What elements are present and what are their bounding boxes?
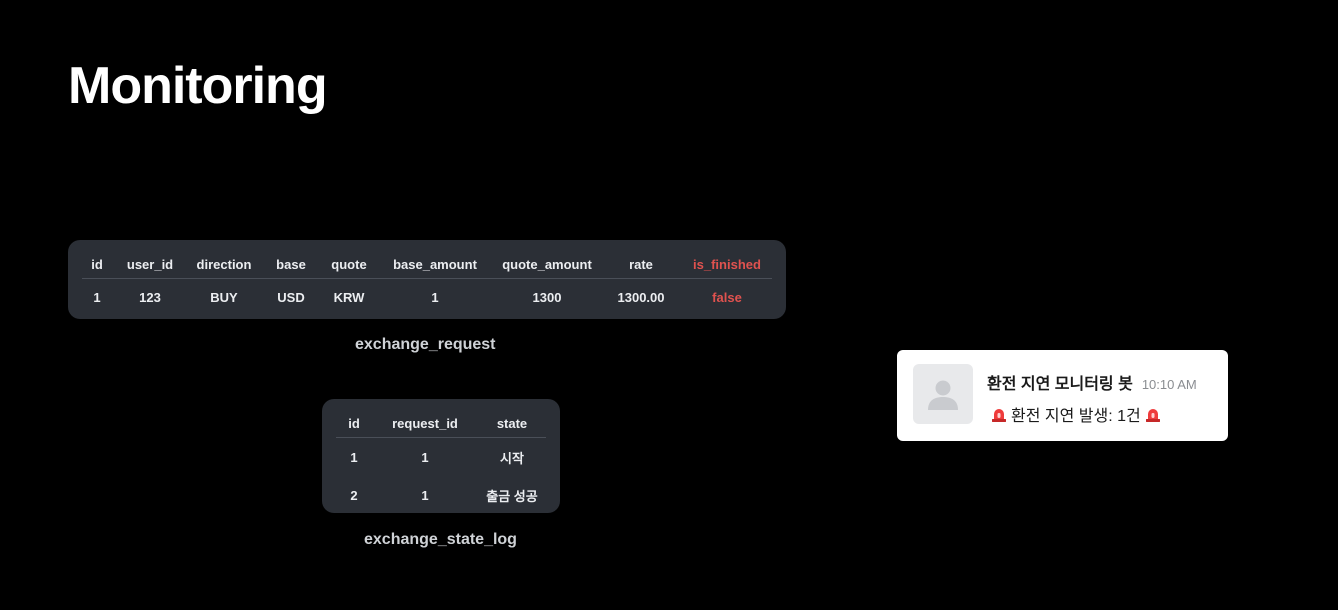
exchange-request-caption: exchange_request <box>355 336 496 353</box>
exchange-request-table: id user_id direction base quote base_amo… <box>68 240 786 319</box>
user-placeholder-icon <box>928 380 958 410</box>
exchange-state-log-grid: id request_id state 1 1 시작 2 1 출금 성공 <box>336 409 546 514</box>
column-header: id <box>82 250 112 279</box>
table-row: 1 1 시작 <box>336 438 546 477</box>
column-header-is-finished: is_finished <box>682 250 772 279</box>
table-cell: BUY <box>210 290 238 305</box>
notification-body: 환전 지연 모니터링 봇 10:10 AM 환전 지연 발생: 1건 <box>987 370 1197 426</box>
column-header: user_id <box>112 250 188 279</box>
siren-icon <box>992 409 1006 422</box>
column-header: base <box>260 250 322 279</box>
column-header: base_amount <box>376 250 494 279</box>
slide-title: Monitoring <box>68 57 328 115</box>
bot-name: 환전 지연 모니터링 봇 <box>987 376 1133 393</box>
column-header: rate <box>600 250 682 279</box>
table-row: 1 123 BUY USD KRW 1 1300 1300.00 false <box>82 279 772 314</box>
avatar <box>913 364 973 424</box>
exchange-state-log-table: id request_id state 1 1 시작 2 1 출금 성공 <box>322 399 560 513</box>
table-cell: USD <box>277 290 305 305</box>
notification-header: 환전 지연 모니터링 봇 10:10 AM <box>987 370 1197 394</box>
column-header: quote_amount <box>494 250 600 279</box>
table-cell: 시작 <box>500 451 524 466</box>
table-row: 2 1 출금 성공 <box>336 476 546 514</box>
message-time: 10:10 AM <box>1141 377 1197 392</box>
table-cell: 출금 성공 <box>486 489 538 504</box>
table-cell: 1300.00 <box>617 290 665 305</box>
siren-icon <box>1145 409 1160 422</box>
table-cell: 1300 <box>532 290 562 305</box>
table-header-row: id request_id state <box>336 409 546 438</box>
slide: Monitoring id user_id direction base quo… <box>0 0 1338 610</box>
table-header-row: id user_id direction base quote base_amo… <box>82 250 772 279</box>
table-cell: 1 <box>431 290 439 305</box>
exchange-request-grid: id user_id direction base quote base_amo… <box>82 250 772 313</box>
table-cell: 1 <box>93 290 101 305</box>
table-cell: 1 <box>421 488 429 503</box>
table-cell-is-finished: false <box>712 290 742 305</box>
table-cell: 1 <box>421 450 429 465</box>
table-cell: KRW <box>333 290 365 305</box>
message-text: 환전 지연 발생: 1건 <box>1011 408 1141 425</box>
column-header: state <box>478 409 546 438</box>
column-header: quote <box>322 250 376 279</box>
notification-message: 환전 지연 발생: 1건 <box>987 402 1197 426</box>
column-header: request_id <box>372 409 478 438</box>
table-cell: 2 <box>350 488 358 503</box>
exchange-state-log-caption: exchange_state_log <box>364 531 517 548</box>
table-cell: 1 <box>350 450 358 465</box>
notification-card[interactable]: 환전 지연 모니터링 봇 10:10 AM 환전 지연 발생: 1건 <box>897 350 1228 441</box>
table-cell: 123 <box>139 290 161 305</box>
column-header: id <box>336 409 372 438</box>
column-header: direction <box>188 250 260 279</box>
